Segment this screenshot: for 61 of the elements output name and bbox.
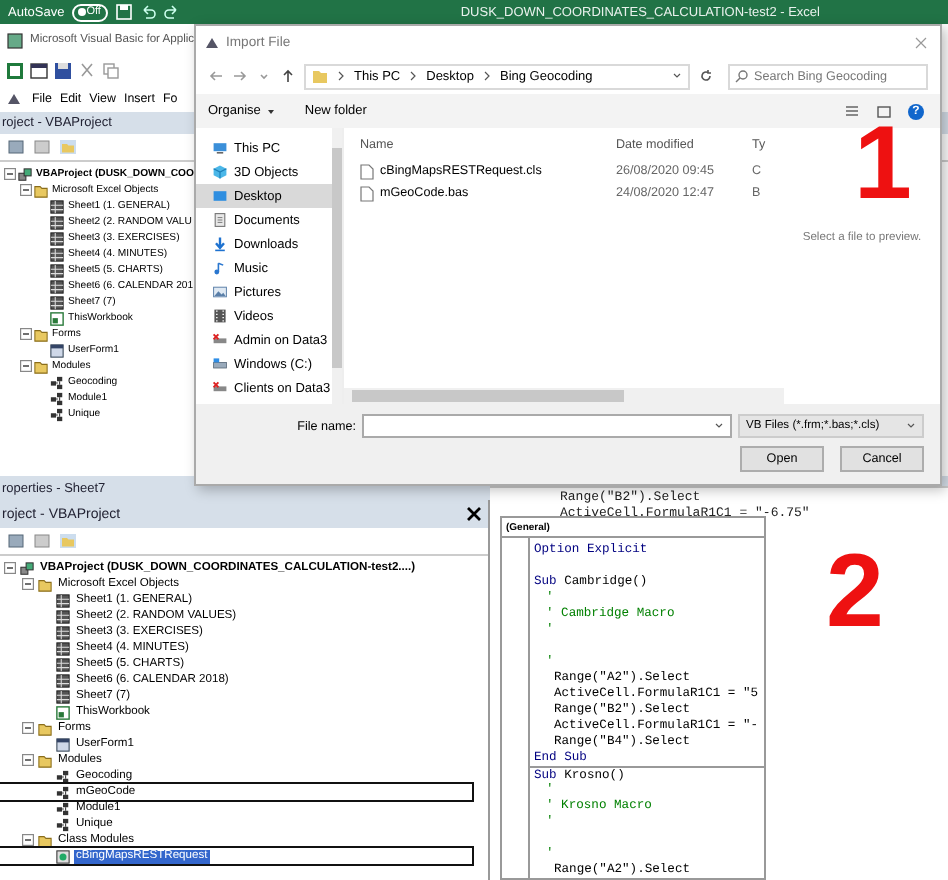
preview-pane-icon[interactable]: [876, 103, 892, 119]
chevron-right-icon: [336, 70, 346, 82]
tree-toggle[interactable]: [22, 834, 34, 846]
workbook-icon: [50, 311, 64, 325]
music-note-icon: [212, 260, 228, 276]
tree-toggle[interactable]: [4, 168, 16, 180]
chevron-right-icon: [408, 70, 419, 82]
save-icon[interactable]: [116, 4, 133, 20]
drive-icon: [212, 356, 228, 372]
form-icon: [56, 737, 70, 751]
back-arrow-icon[interactable]: [208, 68, 224, 84]
view-options-icon[interactable]: [844, 103, 860, 119]
tree-toggle[interactable]: [22, 754, 34, 766]
tree-toggle[interactable]: [22, 722, 34, 734]
save-icon[interactable]: [54, 62, 72, 80]
project-icon: [18, 167, 32, 181]
download-icon: [212, 236, 228, 252]
folder-icon: [38, 577, 52, 591]
network-drive-icon: [212, 380, 228, 396]
folder-icon: [34, 183, 48, 197]
folder-icon: [34, 327, 48, 341]
search-icon: [734, 68, 750, 84]
tree-toggle[interactable]: [20, 184, 32, 196]
chevron-down-icon: [906, 420, 916, 432]
redo-icon[interactable]: [164, 4, 181, 20]
close-icon[interactable]: [466, 506, 482, 522]
computer-icon: [212, 140, 228, 156]
cut-icon[interactable]: [78, 62, 96, 80]
picture-icon: [212, 284, 228, 300]
form-icon: [50, 343, 64, 357]
tree-toggle[interactable]: [20, 360, 32, 372]
tree-toggle[interactable]: [20, 328, 32, 340]
desktop-icon: [212, 188, 228, 204]
document-icon: [212, 212, 228, 228]
caret-icon: [266, 105, 277, 117]
network-drive-icon: [212, 332, 228, 348]
tree-toggle[interactable]: [4, 562, 16, 574]
tree-toggle[interactable]: [22, 578, 34, 590]
folder-icon: [312, 68, 328, 84]
insert-form-icon[interactable]: [30, 62, 48, 80]
project-icon: [20, 561, 34, 575]
annotation-number: 2: [826, 540, 884, 644]
folder-icon: [38, 833, 52, 847]
class-module-icon: [56, 849, 70, 863]
folder-icon: [38, 753, 52, 767]
chevron-right-icon: [481, 70, 492, 82]
file-name-field[interactable]: [362, 414, 732, 438]
chevron-down-icon[interactable]: [672, 70, 682, 82]
workbook-icon: [56, 705, 70, 719]
scrollbar[interactable]: [344, 388, 784, 404]
folder-icon: [34, 359, 48, 373]
undo-icon[interactable]: [140, 4, 157, 20]
forward-arrow-icon[interactable]: [232, 68, 248, 84]
film-icon: [212, 308, 228, 324]
folder-icon: [38, 721, 52, 735]
up-arrow-icon[interactable]: [280, 68, 296, 84]
chevron-down-icon[interactable]: [714, 420, 724, 432]
refresh-icon[interactable]: [698, 68, 714, 84]
excel-icon[interactable]: [6, 62, 24, 80]
copy-icon[interactable]: [102, 62, 120, 80]
cube-icon: [212, 164, 228, 180]
